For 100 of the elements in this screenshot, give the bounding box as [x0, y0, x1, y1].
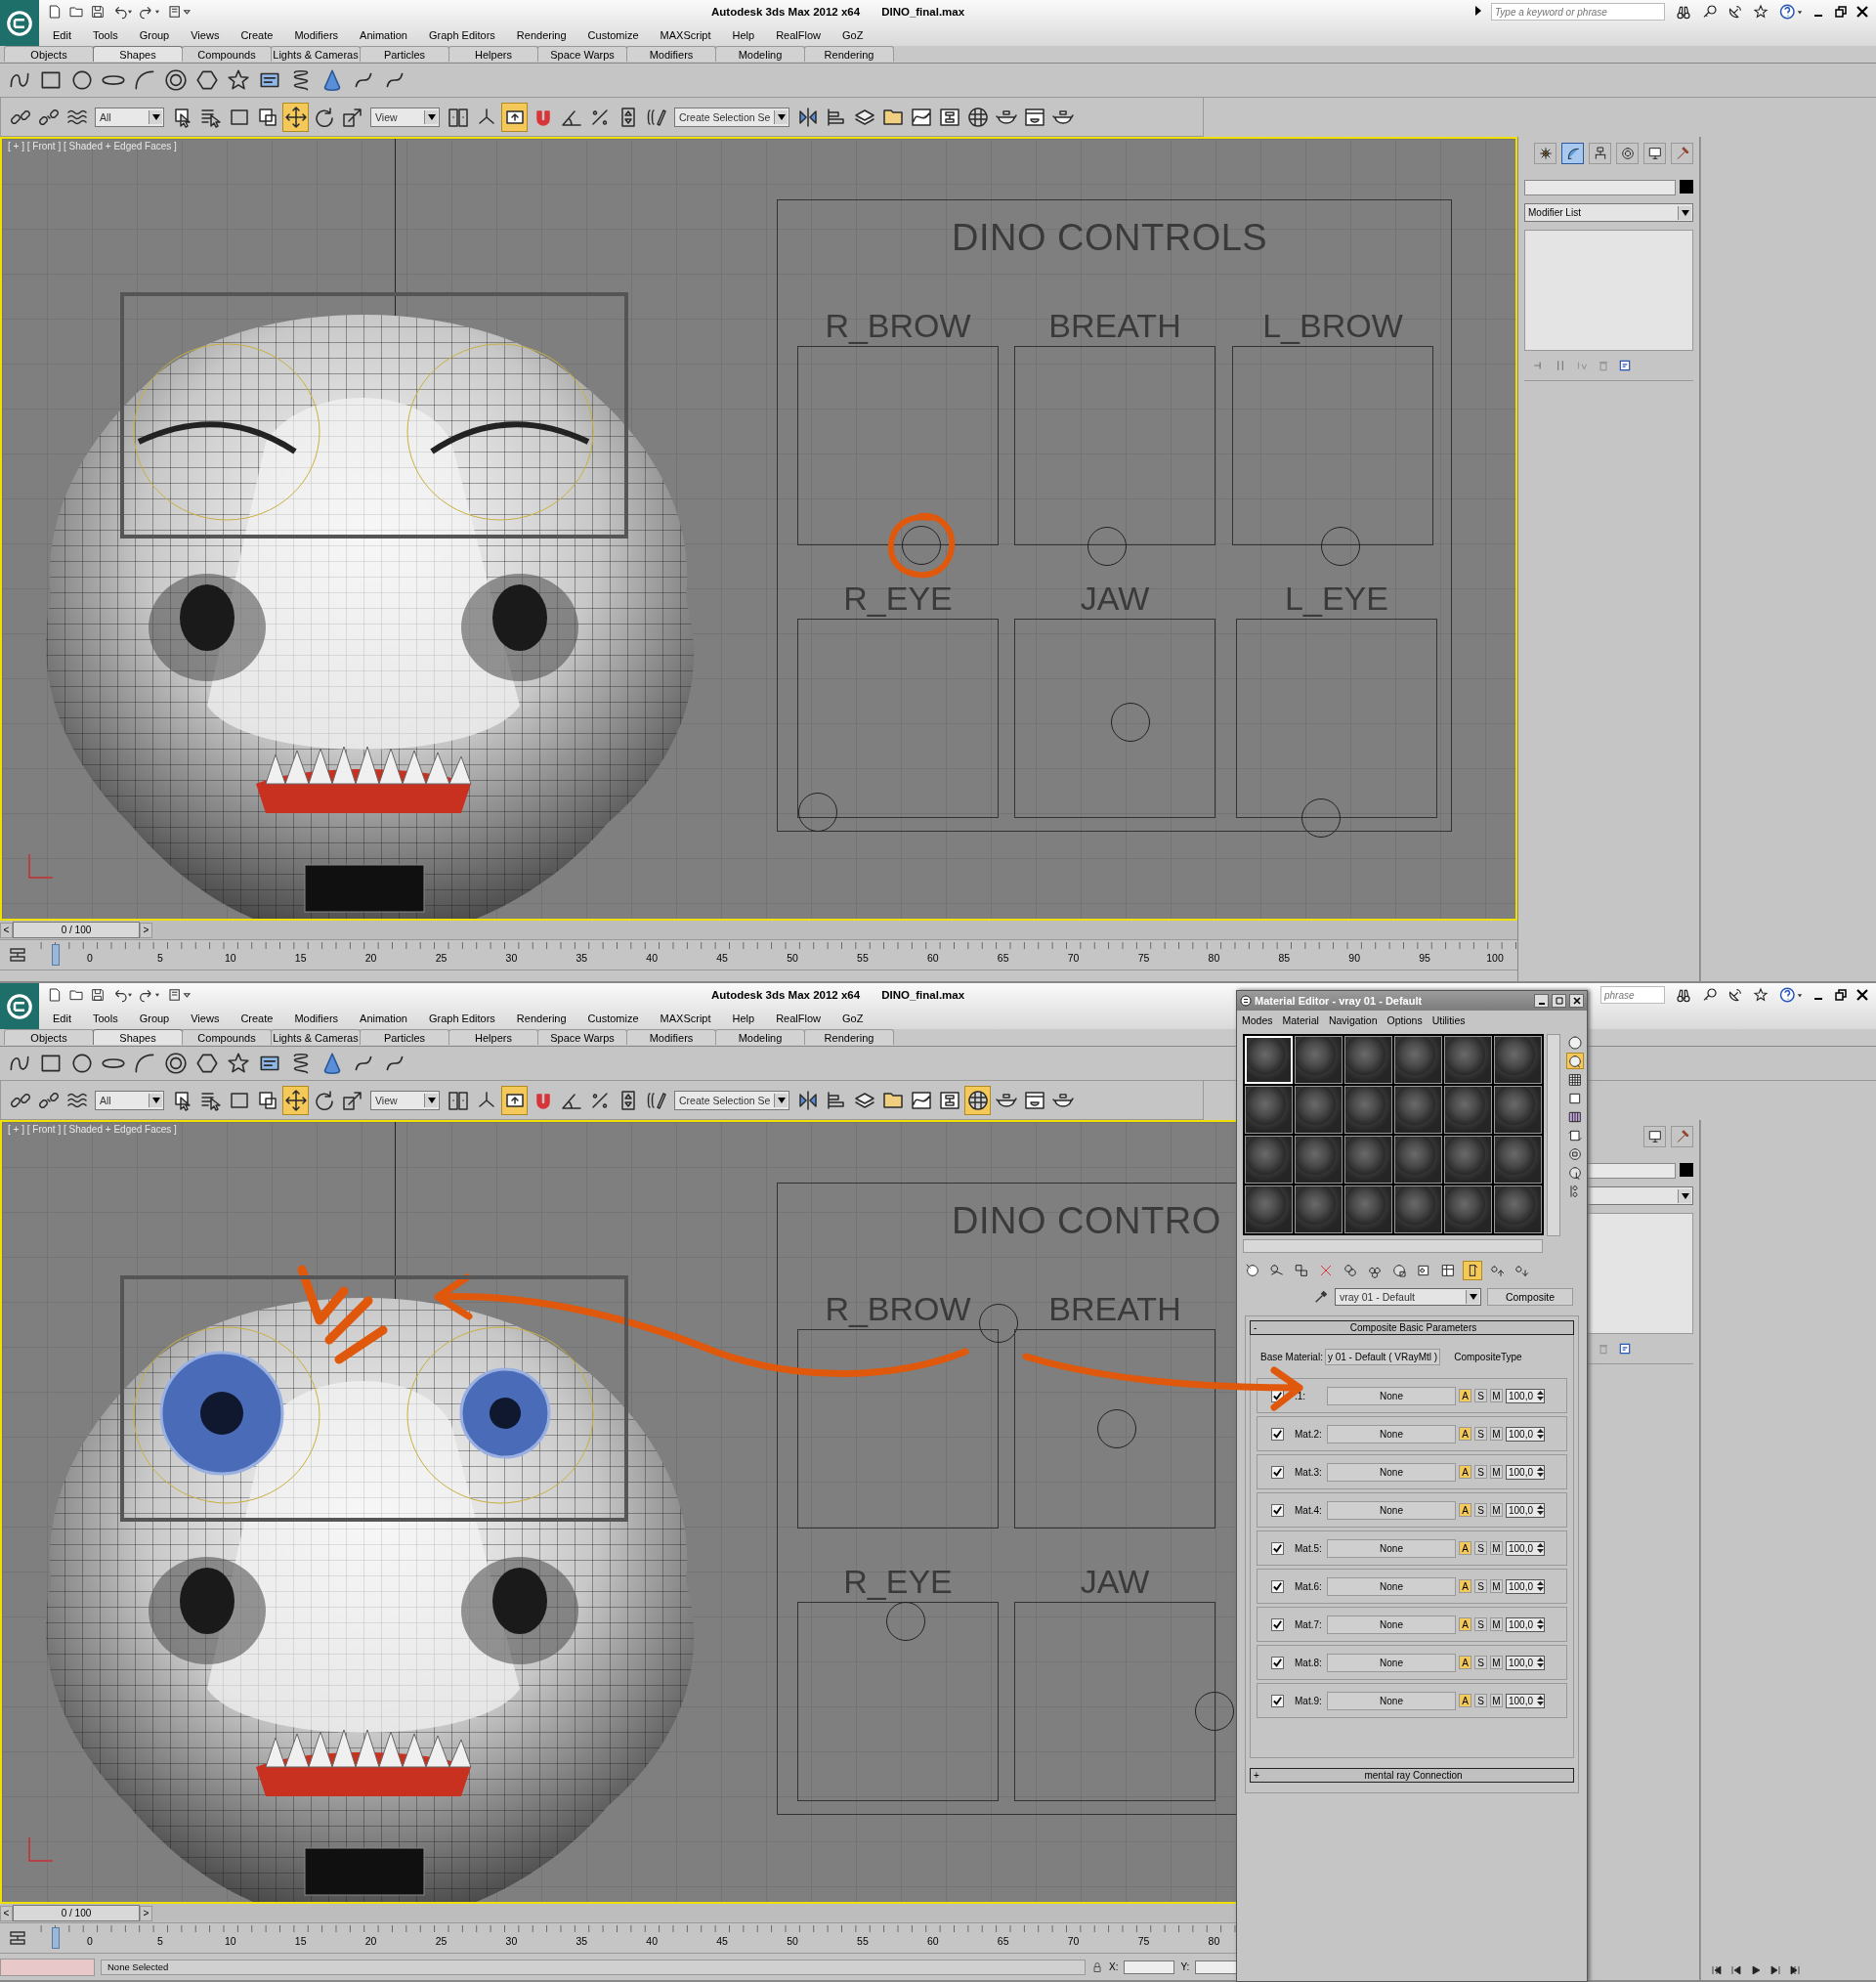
star-icon[interactable] [1753, 987, 1769, 1003]
ribbon-tab[interactable]: Helpers [448, 46, 538, 62]
satellite-dish-icon[interactable] [1727, 4, 1743, 20]
dropdown-field[interactable]: View [370, 107, 440, 127]
keyboard-override-icon[interactable] [501, 1085, 528, 1115]
backlight-icon[interactable] [1566, 1053, 1584, 1069]
previous-frame-button[interactable]: < [0, 922, 13, 938]
amount-spinner[interactable]: 100,0 [1506, 1578, 1546, 1594]
color-swatch[interactable] [1680, 1163, 1693, 1177]
mix-mode-button[interactable]: A [1459, 1427, 1471, 1441]
ribbon-tab[interactable]: Shapes [93, 46, 183, 62]
maximize-icon[interactable] [1552, 994, 1566, 1008]
mix-mode-button[interactable]: A [1459, 1503, 1471, 1517]
ribbon-tab[interactable]: Objects [4, 46, 94, 62]
configure-sets-icon[interactable] [1618, 1342, 1632, 1356]
amount-spinner[interactable]: 100,0 [1506, 1388, 1546, 1403]
material-name-dropdown[interactable]: vray 01 - Default [1335, 1288, 1481, 1306]
material-button[interactable]: None [1327, 1538, 1456, 1558]
mix-mode-button[interactable]: S [1474, 1617, 1487, 1631]
menu-item[interactable]: RealFlow [765, 1012, 832, 1024]
mix-mode-button[interactable]: S [1474, 1389, 1487, 1402]
mix-mode-button[interactable]: M [1490, 1694, 1503, 1707]
menu-item[interactable]: Help [721, 1012, 766, 1024]
move-icon[interactable] [282, 1085, 309, 1115]
vertical-scrollbar[interactable] [1547, 1034, 1560, 1236]
satellite-dish-icon[interactable] [1727, 987, 1743, 1003]
key-icon[interactable] [1702, 4, 1718, 20]
checkbox[interactable] [1271, 1465, 1284, 1479]
menu-item[interactable]: Customize [576, 1012, 650, 1024]
playback-icon[interactable] [1730, 1964, 1742, 1976]
donut-icon[interactable] [162, 1050, 190, 1077]
mix-mode-button[interactable]: S [1474, 1541, 1487, 1555]
key-icon[interactable] [1702, 987, 1718, 1003]
menu-item[interactable]: Graph Editors [417, 1012, 506, 1024]
mix-mode-button[interactable]: A [1459, 1617, 1471, 1631]
hierarchy-icon[interactable] [1589, 143, 1611, 164]
ribbon-tab[interactable]: Lights & Cameras [271, 1029, 361, 1045]
menu-item[interactable]: GoZ [831, 28, 874, 41]
rollout-header[interactable]: + mental ray Connection [1250, 1768, 1574, 1783]
mix-mode-button[interactable]: A [1459, 1541, 1471, 1555]
base-material-button[interactable]: y 01 - Default ( VRayMtl ) [1324, 1349, 1441, 1365]
keyboard-override-icon[interactable] [501, 102, 528, 132]
open-folder-icon[interactable] [68, 4, 84, 20]
close-icon[interactable] [1856, 6, 1868, 18]
amount-spinner[interactable]: 100,0 [1506, 1464, 1546, 1480]
minimize-icon[interactable] [1534, 994, 1549, 1008]
menu-item[interactable]: Options [1382, 1014, 1428, 1026]
current-frame-marker[interactable] [52, 944, 60, 966]
menu-item[interactable]: Rendering [505, 28, 577, 41]
save-icon[interactable] [90, 987, 106, 1003]
ribbon-tab[interactable]: Space Warps [537, 1029, 627, 1045]
ribbon-tab[interactable]: Helpers [448, 1029, 538, 1045]
expand-triangle-icon[interactable] [1475, 6, 1481, 18]
monitor-icon[interactable] [1643, 143, 1666, 164]
dropdown-field[interactable]: View [370, 1090, 440, 1110]
modifier-list-dropdown[interactable]: Modifier List [1524, 203, 1693, 222]
checkbox[interactable] [1271, 1541, 1284, 1555]
app-logo-icon[interactable] [0, 0, 39, 46]
menu-item[interactable]: Modifiers [283, 1012, 350, 1024]
menu-item[interactable]: Rendering [505, 1012, 577, 1024]
mix-mode-button[interactable]: S [1474, 1656, 1487, 1669]
next-frame-button[interactable]: > [140, 922, 152, 938]
redo-icon[interactable] [139, 987, 160, 1003]
mix-mode-button[interactable]: M [1490, 1503, 1503, 1517]
menu-item[interactable]: Group [128, 28, 181, 41]
redo-icon[interactable] [139, 4, 160, 20]
menu-item[interactable]: Create [230, 1012, 284, 1024]
mix-mode-button[interactable]: A [1459, 1389, 1471, 1402]
help-icon[interactable] [1778, 3, 1804, 21]
mix-mode-button[interactable]: M [1490, 1389, 1503, 1402]
hammer-icon[interactable] [1671, 143, 1693, 164]
material-button[interactable]: None [1327, 1424, 1456, 1443]
checkbox[interactable] [1271, 1617, 1284, 1631]
show-end-result-icon[interactable] [1463, 1261, 1482, 1280]
ribbon-tab[interactable]: Particles [360, 46, 449, 62]
move-icon[interactable] [282, 102, 309, 132]
checkbox[interactable] [1271, 1503, 1284, 1517]
mix-mode-button[interactable]: S [1474, 1427, 1487, 1441]
ribbon-tab[interactable]: Modeling [715, 46, 805, 62]
material-button[interactable]: None [1327, 1500, 1456, 1520]
mix-mode-button[interactable]: M [1490, 1541, 1503, 1555]
sun-icon[interactable] [1534, 143, 1556, 164]
mix-mode-button[interactable]: S [1474, 1503, 1487, 1517]
lock-icon[interactable] [1091, 1960, 1103, 1973]
amount-spinner[interactable]: 100,0 [1506, 1540, 1546, 1556]
monitor-icon[interactable] [1643, 1126, 1666, 1147]
menu-item[interactable]: Tools [81, 28, 129, 41]
ribbon-tab[interactable]: Compounds [182, 46, 272, 62]
ribbon-tab[interactable]: Compounds [182, 1029, 272, 1045]
ribbon-tab[interactable]: Objects [4, 1029, 94, 1045]
restore-icon[interactable] [1835, 989, 1847, 1001]
checkbox[interactable] [1271, 1694, 1284, 1707]
checker-icon[interactable] [1566, 1071, 1584, 1088]
material-button[interactable]: None [1327, 1462, 1456, 1482]
playback-icon[interactable] [1769, 1964, 1781, 1976]
ribbon-tab[interactable]: Space Warps [537, 46, 627, 62]
material-button[interactable]: None [1327, 1653, 1456, 1672]
ribbon-tab[interactable]: Shapes [93, 1029, 183, 1045]
ribbon-tab[interactable]: Modifiers [626, 1029, 716, 1045]
help-icon[interactable] [1778, 986, 1804, 1004]
